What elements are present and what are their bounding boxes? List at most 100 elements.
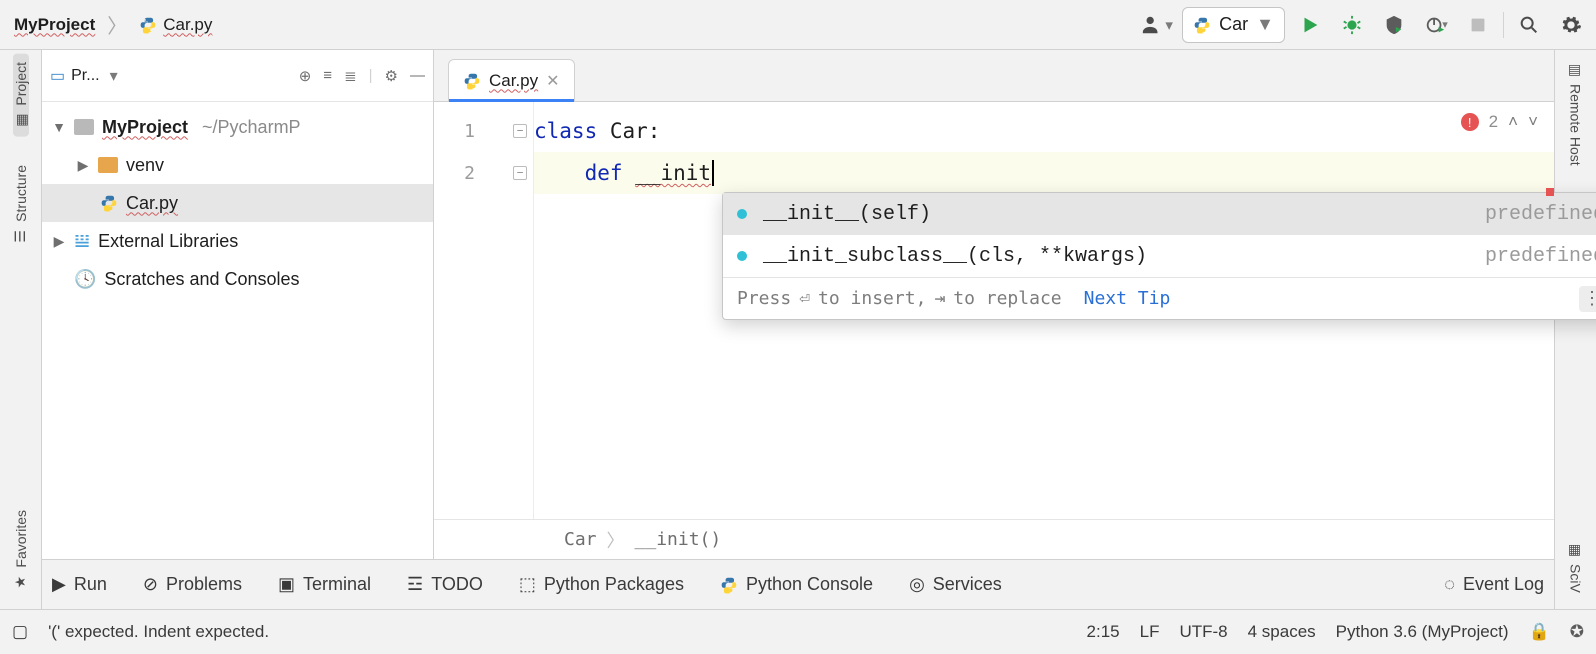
tab-sciview[interactable]: ▦SciV: [1568, 536, 1584, 599]
error-stripe[interactable]: [1546, 188, 1554, 196]
project-panel-header: ▭ Pr... ⊕ ≡ ≣ | ⚙ —: [42, 50, 433, 102]
breadcrumb-class[interactable]: Car: [564, 529, 597, 550]
kebab-menu-icon[interactable]: ⋮: [1579, 286, 1596, 312]
project-panel: ▭ Pr... ⊕ ≡ ≣ | ⚙ — ▼ MyProject ~/Pychar…: [42, 50, 434, 559]
fold-icon[interactable]: −: [513, 124, 527, 138]
expand-all-icon[interactable]: ≡: [323, 67, 332, 85]
ide-status-icon[interactable]: ✪: [1570, 622, 1584, 642]
status-message: '(' expected. Indent expected.: [48, 622, 269, 642]
tree-external-libraries[interactable]: ▶ 𝍎 External Libraries: [42, 222, 433, 260]
folder-icon: [74, 119, 94, 135]
status-caret-position[interactable]: 2:15: [1087, 622, 1120, 642]
sciview-icon: ▦: [1568, 542, 1584, 558]
tab-problems[interactable]: ⊘Problems: [143, 574, 242, 595]
chevron-up-icon[interactable]: ˄: [1508, 112, 1518, 132]
todo-icon: ☲: [407, 574, 423, 595]
project-tree: ▼ MyProject ~/PycharmP ▶ venv Car.py ▶ 𝍎…: [42, 102, 433, 304]
tab-todo[interactable]: ☲TODO: [407, 574, 483, 595]
project-panel-title[interactable]: ▭ Pr...: [50, 66, 118, 86]
chevron-right-icon: ▶: [52, 233, 66, 250]
editor-tab-car[interactable]: Car.py ✕: [448, 59, 575, 101]
structure-icon: ☰: [12, 230, 29, 243]
navigation-bar: MyProject 〉 Car.py ▾ Car ▼ ▾: [0, 0, 1596, 50]
folder-icon: [98, 157, 118, 173]
libraries-icon: 𝍎: [74, 231, 90, 252]
status-indent[interactable]: 4 spaces: [1248, 622, 1316, 642]
status-quicklist-icon[interactable]: ▢: [12, 622, 28, 642]
search-icon[interactable]: [1512, 8, 1546, 42]
star-icon: ★: [12, 576, 29, 589]
lock-icon[interactable]: 🔒: [1529, 622, 1550, 642]
tab-event-log[interactable]: ◌Event Log: [1444, 574, 1544, 595]
tree-root[interactable]: ▼ MyProject ~/PycharmP: [42, 108, 433, 146]
chevron-down-icon: ▼: [1256, 14, 1274, 35]
tab-project[interactable]: ▦Project: [13, 54, 29, 137]
settings-icon[interactable]: [1554, 8, 1588, 42]
tab-favorites[interactable]: ★Favorites: [13, 502, 29, 599]
tab-terminal[interactable]: ▣Terminal: [278, 574, 371, 595]
tab-remote-host[interactable]: ▤Remote Host: [1568, 56, 1584, 172]
run-button[interactable]: [1293, 8, 1327, 42]
window-icon: ▭: [50, 66, 65, 86]
code-content[interactable]: class Car: def __init __init__(self) pre…: [534, 102, 1554, 519]
collapse-all-icon[interactable]: ≣: [344, 67, 357, 85]
status-encoding[interactable]: UTF-8: [1179, 622, 1227, 642]
text-caret: [712, 160, 714, 186]
services-icon: ◎: [909, 574, 925, 595]
tab-python-console[interactable]: Python Console: [720, 574, 873, 595]
error-icon: !: [1461, 113, 1479, 131]
tab-run[interactable]: ▶Run: [52, 574, 107, 595]
breadcrumb-separator-icon: 〉: [105, 10, 129, 39]
debug-button[interactable]: [1335, 8, 1369, 42]
status-bar: ▢ '(' expected. Indent expected. 2:15 LF…: [0, 609, 1596, 654]
play-icon: ▶: [52, 574, 66, 595]
python-file-icon: [463, 72, 481, 90]
python-file-icon: [100, 194, 118, 212]
tree-file-car[interactable]: Car.py: [42, 184, 433, 222]
breadcrumb-file[interactable]: Car.py: [133, 11, 218, 39]
problems-indicator[interactable]: ! 2 ˄ ˅: [1461, 112, 1538, 132]
completion-item[interactable]: __init__(self) predefined: [723, 193, 1596, 235]
packages-icon: ⬚: [519, 574, 536, 595]
status-interpreter[interactable]: Python 3.6 (MyProject): [1336, 622, 1509, 642]
tab-services[interactable]: ◎Services: [909, 574, 1002, 595]
scratches-icon: 🕓: [74, 269, 96, 290]
problems-icon: ⊘: [143, 574, 158, 595]
tab-python-packages[interactable]: ⬚Python Packages: [519, 574, 684, 595]
event-log-icon: ◌: [1444, 574, 1455, 595]
coverage-button[interactable]: [1377, 8, 1411, 42]
next-tip-link[interactable]: Next Tip: [1084, 288, 1171, 309]
completion-footer: Press ⏎ to insert, ⇥ to replace Next Tip…: [723, 277, 1596, 319]
breadcrumb-method[interactable]: __init(): [635, 529, 722, 550]
tree-venv[interactable]: ▶ venv: [42, 146, 433, 184]
panel-settings-icon[interactable]: ⚙: [385, 67, 398, 85]
run-config-selector[interactable]: Car ▼: [1182, 7, 1285, 43]
profile-button[interactable]: ▾: [1419, 8, 1453, 42]
breadcrumbs: MyProject 〉 Car.py: [8, 10, 218, 39]
python-icon: [720, 576, 738, 594]
editor-tabs: Car.py ✕: [434, 50, 1554, 102]
server-icon: ▤: [1568, 62, 1584, 78]
completion-popup: __init__(self) predefined __init_subclas…: [722, 192, 1596, 320]
editor-breadcrumbs: Car 〉 __init(): [434, 519, 1554, 559]
tree-scratches[interactable]: ▶ 🕓 Scratches and Consoles: [42, 260, 433, 298]
chevron-down-icon[interactable]: ˅: [1528, 112, 1538, 132]
terminal-icon: ▣: [278, 574, 295, 595]
tab-key-icon: ⇥: [934, 288, 945, 309]
status-line-separator[interactable]: LF: [1140, 622, 1160, 642]
breadcrumb-project[interactable]: MyProject: [8, 11, 101, 39]
code-area[interactable]: 1− 2− class Car: def __init __init__(sel…: [434, 102, 1554, 519]
python-file-icon: [139, 16, 157, 34]
user-icon[interactable]: ▾: [1140, 8, 1174, 42]
hide-panel-icon[interactable]: —: [410, 67, 425, 85]
tab-structure[interactable]: ☰Structure: [13, 157, 29, 253]
right-toolstrip: ▤Remote Host 🛢Database ▦SciV: [1554, 50, 1596, 609]
completion-bullet-icon: [737, 209, 747, 219]
locate-icon[interactable]: ⊕: [299, 67, 312, 85]
fold-icon[interactable]: −: [513, 166, 527, 180]
bottom-toolbar: ▶Run ⊘Problems ▣Terminal ☲TODO ⬚Python P…: [42, 559, 1554, 609]
close-tab-icon[interactable]: ✕: [546, 71, 559, 91]
gutter: 1− 2−: [434, 102, 534, 519]
stop-button[interactable]: [1461, 8, 1495, 42]
completion-item[interactable]: __init_subclass__(cls, **kwargs) predefi…: [723, 235, 1596, 277]
